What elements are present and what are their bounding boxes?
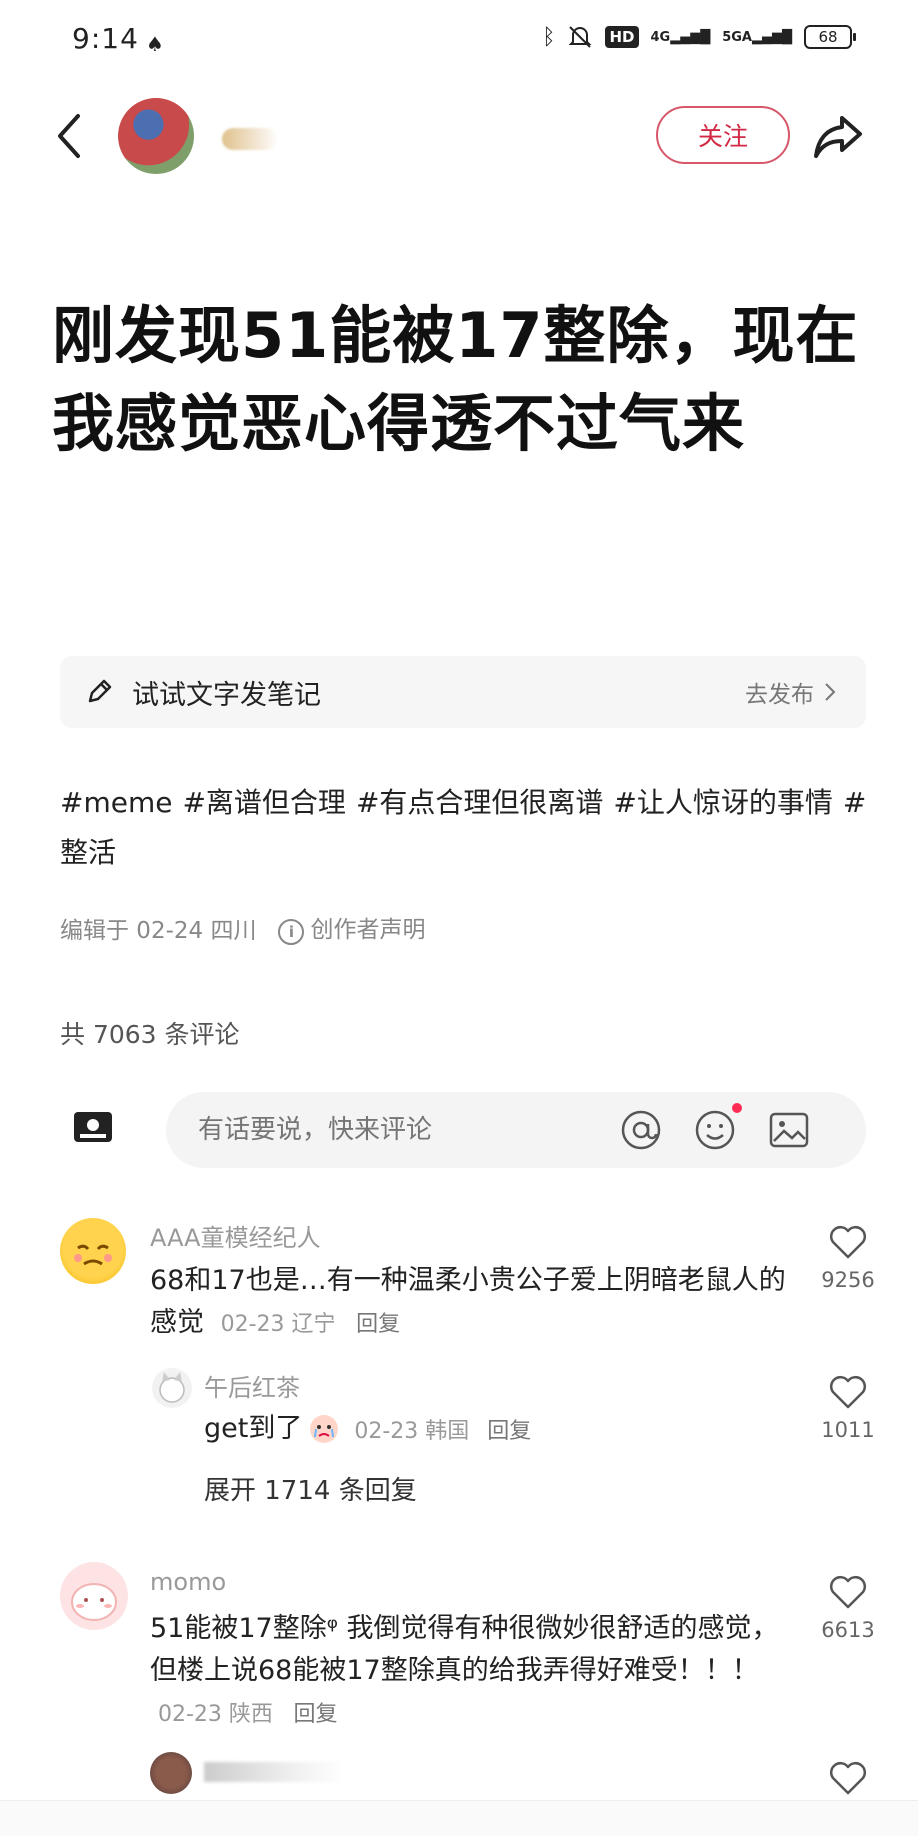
comment-input[interactable] [196, 1114, 600, 1146]
comment-count: 共 7063 条评论 [60, 1020, 240, 1049]
like-count: 9256 [821, 1268, 875, 1292]
crying-emoji-icon [310, 1415, 339, 1443]
creator-statement-label: 创作者声明 [310, 917, 426, 943]
reply-body: get到了 [204, 1413, 303, 1444]
emoji-icon [695, 1110, 735, 1150]
reply-reply-button[interactable]: 回复 [487, 1413, 531, 1445]
pen-icon [88, 679, 112, 703]
battery-indicator: 68 [804, 25, 856, 49]
comment-body: 51能被17整除ᵠ 我倒觉得有种很微妙很舒适的感觉，但楼上说68能被17整除真的… [150, 1613, 779, 1686]
bottom-action-bar [0, 1800, 918, 1836]
reply-button[interactable]: 回复 [356, 1312, 400, 1337]
heart-icon [830, 1226, 866, 1259]
post-meta: 编辑于 02-24 四川 i 创作者声明 [60, 910, 425, 945]
hashtag[interactable]: #meme [60, 786, 172, 819]
comment-author[interactable]: AAA童模经纪人 [150, 1218, 321, 1253]
try-text-note-card[interactable]: 试试文字发笔记 去发布 [60, 656, 866, 728]
edit-date: 编辑于 02-24 四川 [60, 917, 257, 944]
heart-icon [830, 1576, 866, 1609]
cat-avatar-icon [159, 1372, 185, 1403]
signal-5ga: 5GA▂▄▆█ [722, 29, 792, 45]
blurred-author-name [204, 1762, 344, 1782]
reply-avatar[interactable] [152, 1368, 192, 1408]
like-button[interactable]: 6613 [820, 1574, 876, 1642]
hashtag-list: #meme #离谱但合理 #有点合理但很离谱 #让人惊讶的事情 #整活 [60, 778, 870, 878]
comment-author[interactable]: momo [150, 1568, 226, 1596]
author-avatar[interactable] [118, 98, 194, 174]
at-mention-icon[interactable] [620, 1109, 662, 1151]
reply-author[interactable]: 午后红茶 [204, 1368, 300, 1403]
heart-icon [830, 1376, 866, 1409]
reply-like-button[interactable]: 1011 [820, 1374, 876, 1442]
info-icon: i [278, 919, 305, 945]
creator-statement[interactable]: i 创作者声明 [278, 910, 425, 945]
net-label-2: 5GA [722, 29, 752, 45]
follow-button[interactable]: 关注 [656, 106, 790, 164]
chevron-right-icon [825, 683, 836, 701]
net-label-1: 4G [650, 29, 671, 45]
expand-replies-button[interactable]: 展开 1714 条回复 [204, 1470, 417, 1507]
heart-icon [830, 1762, 866, 1795]
bell-off-icon [569, 26, 592, 48]
comment-avatar[interactable] [60, 1218, 126, 1284]
image-icon[interactable] [768, 1109, 810, 1151]
hashtag[interactable]: #离谱但合理 [182, 786, 345, 819]
sad-emoji-avatar-icon [74, 1244, 112, 1266]
camera-icon[interactable] [72, 1108, 114, 1148]
comment-text: 68和17也是…有一种温柔小贵公子爱上阴暗老鼠人的感觉 02-23 辽宁 回复 [150, 1260, 800, 1346]
comment-avatar[interactable] [150, 1752, 192, 1794]
reply-button[interactable]: 回复 [294, 1702, 338, 1727]
signal-4g: 4G▂▄▆█ [650, 29, 711, 45]
pink-character-avatar-icon [71, 1583, 117, 1621]
notification-dot [732, 1103, 742, 1113]
hd-badge: HD [605, 26, 639, 48]
share-icon[interactable] [812, 112, 864, 160]
go-publish-label: 去发布 [745, 682, 814, 708]
go-publish-link[interactable]: 去发布 [745, 675, 836, 709]
post-title: 刚发现51能被17整除，现在我感觉恶心得透不过气来 [52, 299, 859, 460]
like-count: 6613 [821, 1618, 875, 1642]
comment-date: 02-23 辽宁 [220, 1312, 336, 1337]
hashtag[interactable]: #有点合理但很离谱 [356, 786, 603, 819]
comment-avatar[interactable] [60, 1562, 128, 1630]
like-button[interactable] [820, 1760, 876, 1804]
reply-date: 02-23 韩国 [354, 1419, 470, 1444]
reply-line: get到了 02-23 韩国 回复 [204, 1408, 531, 1450]
try-card-label: 试试文字发笔记 [132, 679, 321, 711]
back-icon[interactable] [52, 108, 88, 164]
comment-input-box[interactable] [166, 1092, 866, 1168]
reply-like-count: 1011 [821, 1418, 875, 1442]
status-time: 9:14 [72, 22, 139, 55]
hashtag[interactable]: #让人惊讶的事情 [613, 786, 832, 819]
bluetooth-icon: ᛒ [542, 24, 556, 50]
comment-text: 51能被17整除ᵠ 我倒觉得有种很微妙很舒适的感觉，但楼上说68能被17整除真的… [150, 1608, 790, 1736]
status-icons: ᛒ HD 4G▂▄▆█ 5GA▂▄▆█ 68 [542, 24, 856, 50]
qq-penguin-icon: ♠ [146, 32, 164, 56]
emoji-button[interactable] [694, 1103, 742, 1151]
author-name-blurred[interactable] [222, 128, 278, 150]
comment-date: 02-23 陕西 [158, 1702, 273, 1727]
like-button[interactable]: 9256 [820, 1224, 876, 1292]
